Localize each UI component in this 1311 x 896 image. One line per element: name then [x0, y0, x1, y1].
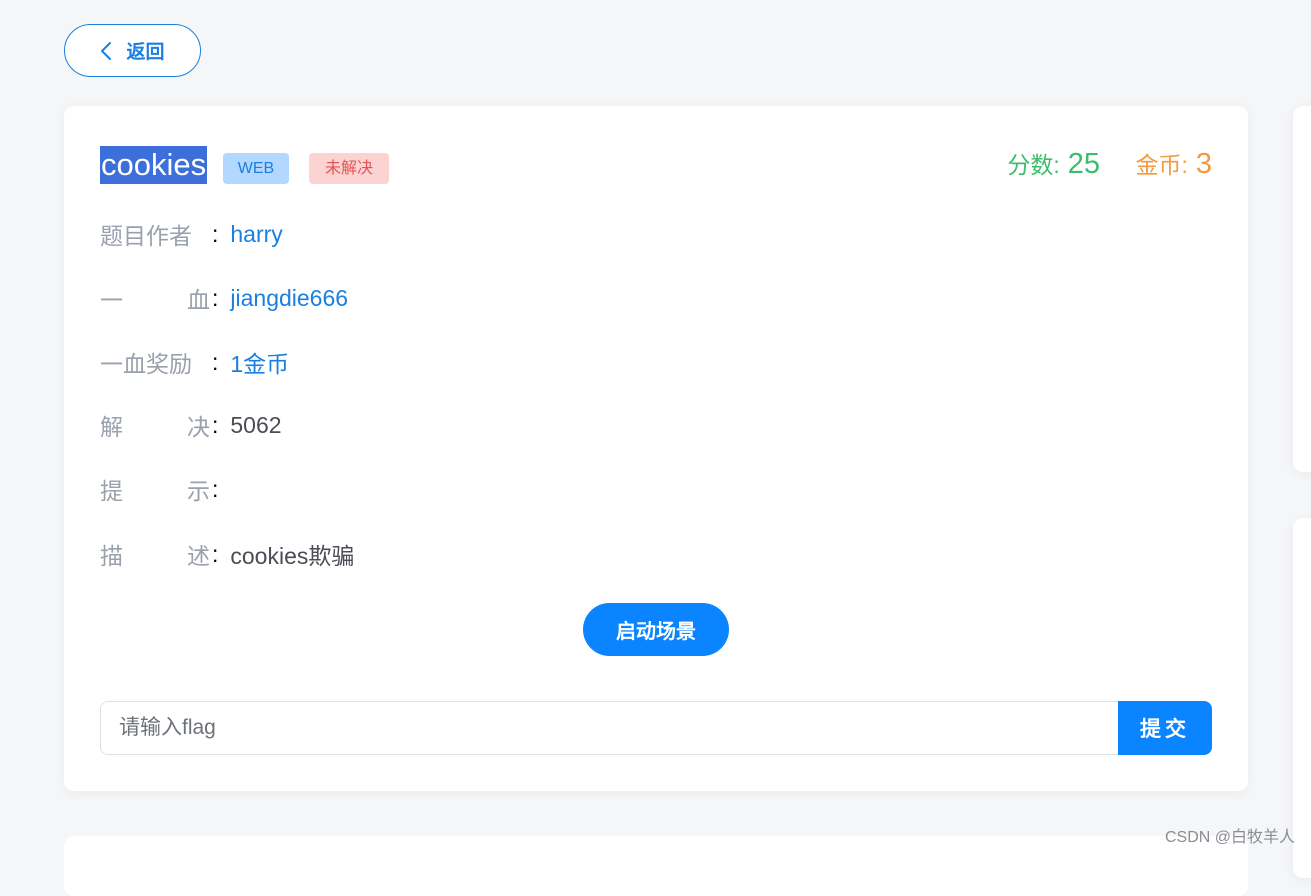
first-blood-link[interactable]: jiangdie666: [230, 285, 348, 312]
flag-input[interactable]: [100, 701, 1119, 755]
watermark: CSDN @白牧羊人: [1164, 829, 1295, 846]
info-label-first-blood-reward: 一血奖励: [100, 351, 192, 377]
side-panel-top: [1293, 106, 1311, 472]
challenge-card: cookies WEB 未解决 分数: 25 金币: 3 题目作者 : harr…: [64, 106, 1248, 791]
info-label-author: 题目作者: [100, 223, 192, 249]
category-badge: WEB: [223, 153, 289, 184]
score-value: 25: [1067, 148, 1100, 180]
first-blood-reward-value: 1金币: [230, 351, 290, 377]
description-value: cookies欺骗: [230, 543, 355, 569]
info-label-description: 描 述: [100, 543, 210, 569]
challenge-title: cookies: [100, 146, 208, 184]
lower-card: [64, 836, 1248, 896]
info-row-description: 描 述 : cookies欺骗: [100, 537, 354, 571]
coins-label: 金币:: [1135, 152, 1188, 178]
status-badge: 未解决: [309, 153, 389, 184]
info-label-hint: 提 示: [100, 478, 210, 504]
info-label-solves: 解 决: [100, 414, 210, 440]
info-row-solves: 解 决 : 5062: [100, 408, 282, 442]
back-button[interactable]: 返回: [64, 24, 201, 77]
score-display: 分数: 25: [1007, 146, 1100, 181]
submit-flag-button[interactable]: 提交: [1118, 701, 1212, 755]
side-panel-bottom: [1293, 518, 1311, 878]
info-row-first-blood-reward: 一血奖励 : 1金币: [100, 345, 289, 379]
coins-value: 3: [1195, 148, 1212, 180]
start-scene-button[interactable]: 启动场景: [583, 603, 729, 656]
info-row-hint: 提 示 :: [100, 472, 230, 506]
solves-value: 5062: [230, 411, 282, 438]
chevron-left-icon: [100, 41, 112, 61]
back-button-label: 返回: [126, 42, 165, 63]
info-row-first-blood: 一 血 : jiangdie666: [100, 281, 348, 315]
author-link[interactable]: harry: [230, 221, 282, 248]
coins-display: 金币: 3: [1135, 146, 1212, 181]
score-label: 分数:: [1007, 152, 1060, 178]
info-label-first-blood: 一 血: [100, 287, 210, 313]
info-row-author: 题目作者 : harry: [100, 217, 283, 251]
